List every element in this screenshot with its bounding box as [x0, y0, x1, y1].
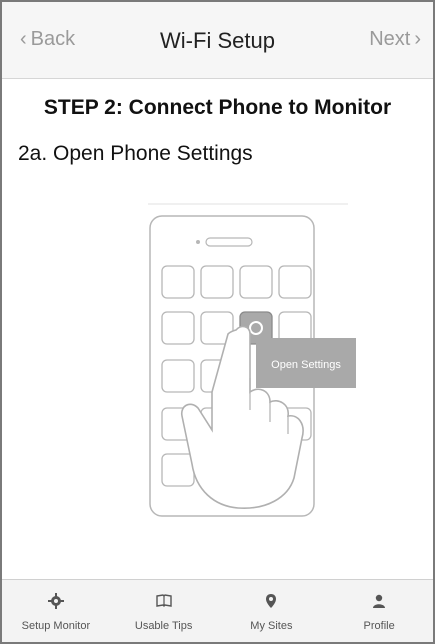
tab-label: Setup Monitor	[21, 620, 91, 632]
tab-label: Usable Tips	[134, 620, 193, 632]
callout-label: Open Settings	[271, 359, 341, 371]
tab-my-sites[interactable]: My Sites	[218, 580, 326, 642]
chevron-right-icon: ›	[414, 28, 421, 50]
tab-setup-monitor[interactable]: Setup Monitor	[2, 580, 110, 642]
bottom-tab-bar: Setup Monitor Usable Tips My Sites Profi…	[2, 579, 433, 642]
next-label: Next	[369, 28, 411, 50]
app-screen: ‹ Back Wi-Fi Setup Next › STEP 2: Connec…	[0, 0, 435, 644]
step-title: STEP 2: Connect Phone to Monitor	[43, 96, 392, 119]
open-settings-illustration: Open Settings	[148, 203, 356, 517]
person-icon	[373, 594, 386, 608]
tab-profile[interactable]: Profile	[325, 580, 433, 642]
top-navigation-bar: ‹ Back Wi-Fi Setup Next ›	[2, 2, 433, 79]
next-button[interactable]: Next ›	[369, 28, 425, 51]
tab-label: Profile	[363, 620, 395, 632]
gear-icon	[47, 593, 64, 609]
tab-usable-tips[interactable]: Usable Tips	[110, 580, 218, 642]
tab-label: My Sites	[250, 620, 293, 632]
book-icon	[155, 594, 172, 607]
location-pin-icon	[266, 594, 277, 608]
step-subtitle: 2a. Open Phone Settings	[18, 142, 253, 165]
